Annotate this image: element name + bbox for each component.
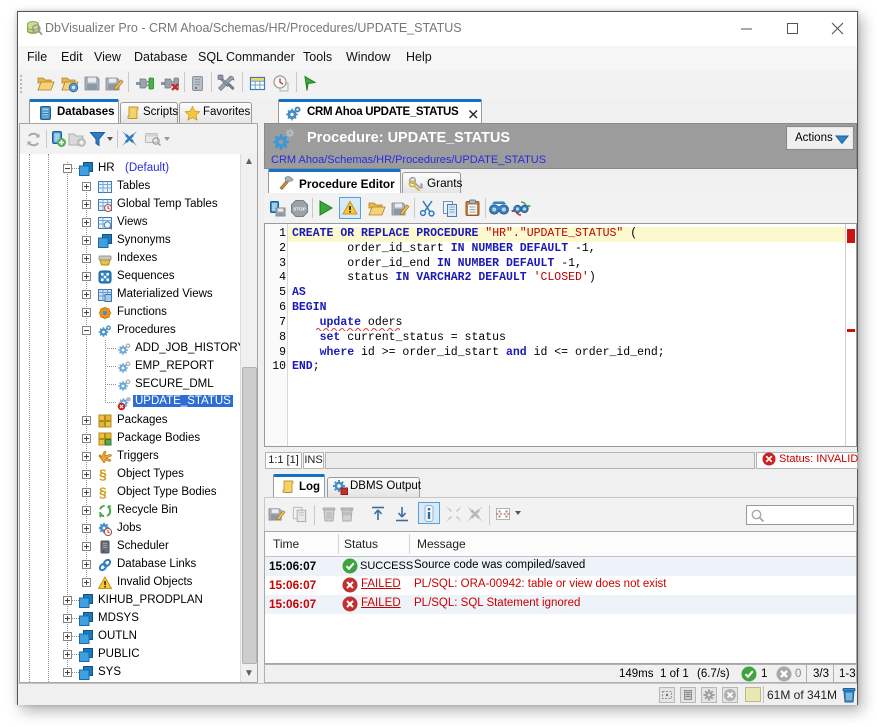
svg-text:STOP: STOP — [293, 207, 305, 212]
